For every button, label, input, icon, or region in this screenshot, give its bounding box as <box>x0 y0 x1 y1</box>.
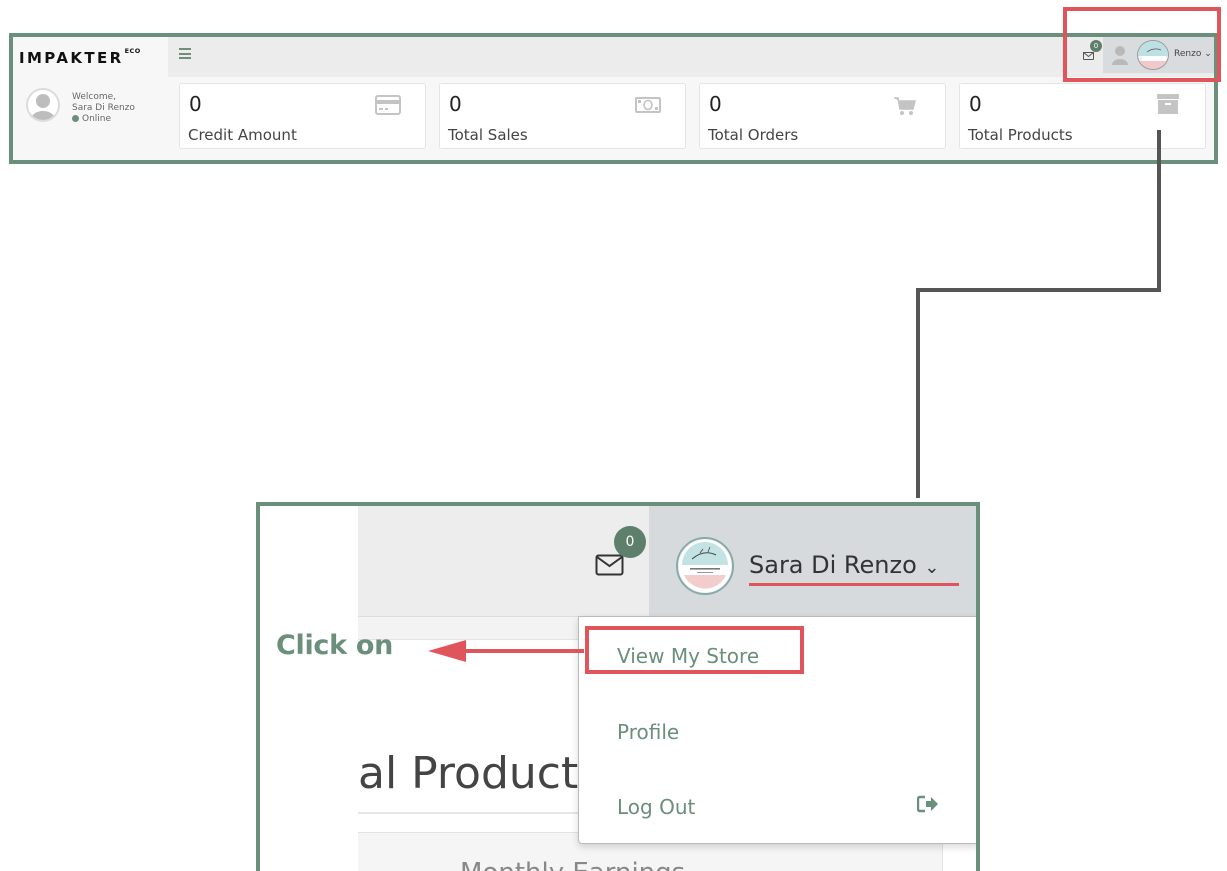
stat-card-credit: 0 Credit Amount <box>179 83 426 149</box>
stat-label: Total Orders <box>708 126 799 144</box>
welcome-label: Welcome, <box>72 92 117 102</box>
user-name-underline <box>749 583 959 586</box>
stat-label: Credit Amount <box>188 126 297 144</box>
brand-logo[interactable]: IMPAKTERECO <box>13 37 168 77</box>
connector-line <box>916 288 920 498</box>
menu-item-profile[interactable]: Profile <box>617 720 679 744</box>
envelope-icon[interactable] <box>595 554 624 576</box>
dashboard-screenshot-panel: IMPAKTERECO 0 Renzo ⌄ Welcome, Sara Di R… <box>9 33 1218 164</box>
stat-card-orders: 0 Total Orders <box>699 83 946 149</box>
credit-card-icon <box>375 95 401 115</box>
online-status: Online <box>72 114 135 125</box>
welcome-user-name: Sara Di Renzo <box>72 103 135 113</box>
background-heading: al Product <box>358 748 579 799</box>
user-area-highlight <box>1063 7 1221 82</box>
stat-label: Total Sales <box>448 126 528 144</box>
messages-badge: 0 <box>614 526 646 558</box>
money-icon <box>635 97 661 113</box>
background-subheading: Monthly Earnings <box>460 858 685 871</box>
pointer-arrow-icon <box>428 640 584 662</box>
top-navbar <box>13 37 1214 77</box>
user-name: Sara Di Renzo ⌄ <box>749 551 940 579</box>
stat-value: 0 <box>709 92 722 116</box>
archive-icon <box>1157 94 1179 114</box>
brand-name: IMPAKTER <box>19 49 124 67</box>
store-logo-avatar <box>676 537 734 595</box>
avatar <box>26 88 60 122</box>
stat-value: 0 <box>189 92 202 116</box>
connector-line <box>1157 130 1161 290</box>
online-dot-icon <box>72 114 79 122</box>
stat-value: 0 <box>969 92 982 116</box>
welcome-text: Welcome, Sara Di Renzo Online <box>72 92 135 125</box>
stat-value: 0 <box>449 92 462 116</box>
cart-icon <box>894 97 916 115</box>
view-store-highlight <box>585 626 804 674</box>
stat-card-products: 0 Total Products <box>959 83 1206 149</box>
zoomed-user-menu-panel: 0 Sara Di Renzo ⌄ al Product Monthly Ear… <box>256 502 980 871</box>
sidebar-user-panel: Welcome, Sara Di Renzo Online <box>13 77 168 160</box>
user-menu-toggle[interactable]: Sara Di Renzo ⌄ <box>649 506 976 616</box>
menu-toggle-icon[interactable] <box>179 48 191 59</box>
instruction-label: Click on <box>276 630 394 661</box>
sign-out-icon[interactable] <box>917 795 939 813</box>
brand-suffix: ECO <box>124 47 141 55</box>
stat-label: Total Products <box>968 126 1073 144</box>
stat-card-sales: 0 Total Sales <box>439 83 686 149</box>
connector-line <box>916 288 1161 292</box>
chevron-down-icon: ⌄ <box>924 557 940 578</box>
menu-item-log-out[interactable]: Log Out <box>617 795 695 819</box>
